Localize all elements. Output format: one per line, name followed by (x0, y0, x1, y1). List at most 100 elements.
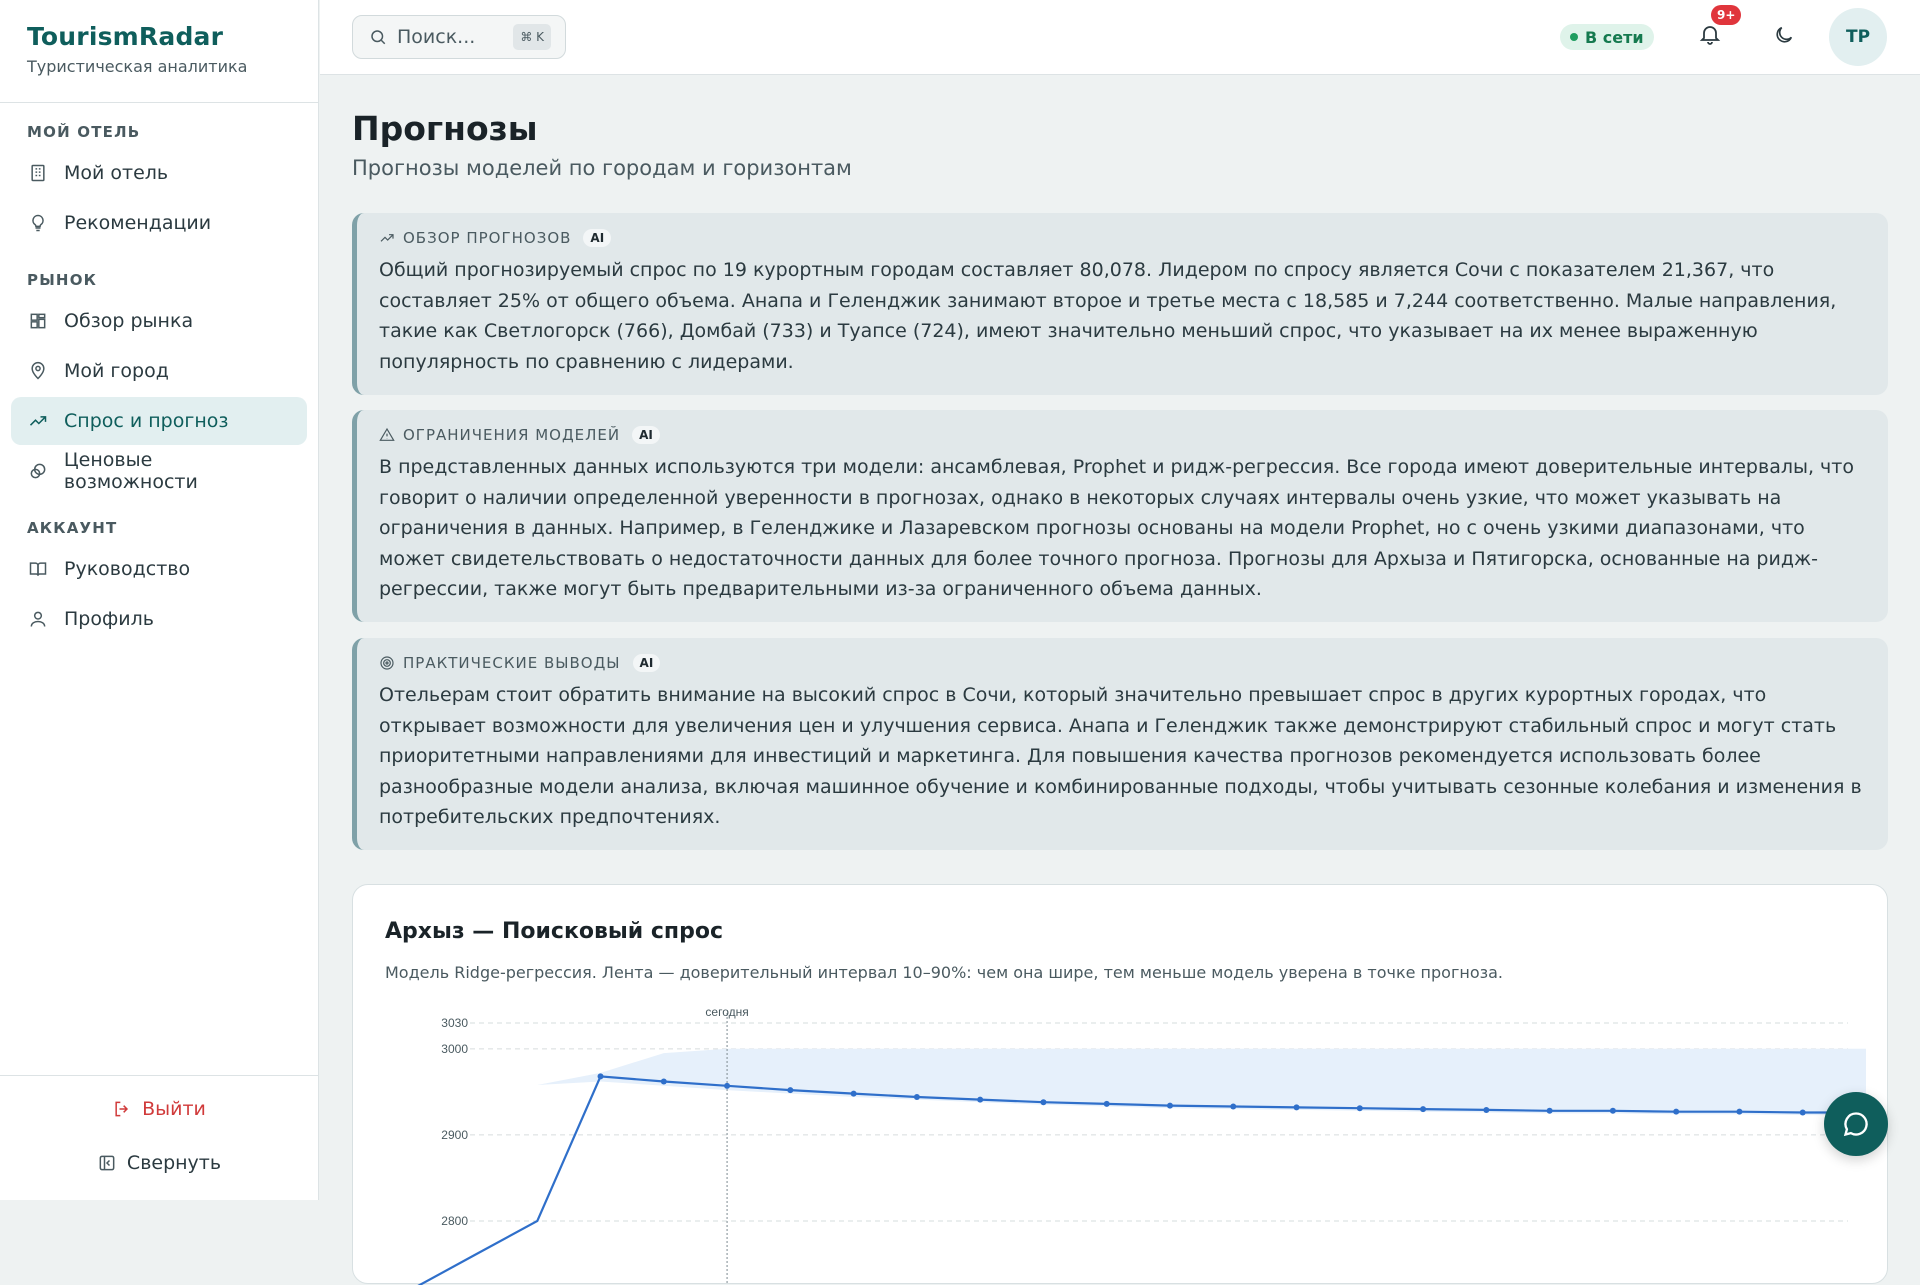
y-tick-label: 2900 (441, 1128, 468, 1142)
map-pin-icon (27, 360, 49, 382)
sidebar-item-price-opportunities[interactable]: Ценовые возможности (11, 447, 307, 495)
insight-heading: ОГРАНИЧЕНИЯ МОДЕЛЕЙ (403, 426, 621, 444)
sidebar-item-label: Мой город (64, 360, 169, 382)
online-dot-icon (1570, 33, 1578, 41)
lightbulb-icon (27, 212, 49, 234)
building-icon (27, 162, 49, 184)
trending-up-icon (27, 410, 49, 432)
coins-icon (27, 460, 49, 482)
section-label-account: АККАУНТ (27, 519, 118, 537)
data-point (1356, 1105, 1363, 1112)
ai-badge: AI (583, 229, 612, 247)
insight-card-overview: ОБЗОР ПРОГНОЗОВ AI Общий прогнозируемый … (352, 213, 1888, 395)
search-shortcut: ⌘ K (513, 24, 551, 50)
insight-body: Общий прогнозируемый спрос по 19 курортн… (379, 259, 1837, 373)
data-point (660, 1078, 667, 1085)
bell-icon (1699, 26, 1721, 45)
data-point (787, 1087, 794, 1094)
sidebar-item-my-city[interactable]: Мой город (11, 347, 307, 395)
data-point (1546, 1107, 1553, 1114)
sidebar-item-demand-forecast[interactable]: Спрос и прогноз (11, 397, 307, 445)
sidebar-item-profile[interactable]: Профиль (11, 595, 307, 643)
forecast-chart: 2800 2900 3000 3030 сегодня (410, 1005, 1869, 1285)
sidebar-footer: Выйти Свернуть (0, 1075, 318, 1200)
data-point (1103, 1100, 1110, 1107)
theme-toggle-button[interactable] (1773, 24, 1795, 50)
logout-label: Выйти (142, 1098, 206, 1120)
data-point (1420, 1106, 1427, 1113)
data-point (1166, 1102, 1173, 1109)
chat-bubble-icon (1843, 1112, 1868, 1137)
insight-body: Отельерам стоит обратить внимание на выс… (379, 684, 1862, 828)
brand: TourismRadar Туристическая аналитика (0, 0, 318, 103)
sidebar-item-recommendations[interactable]: Рекомендации (11, 199, 307, 247)
y-tick-label: 2800 (441, 1214, 468, 1228)
forecast-chart-card: Архыз — Поисковый спрос Модель Ridge-рег… (352, 884, 1888, 1285)
collapse-sidebar-button[interactable]: Свернуть (0, 1152, 318, 1174)
avatar[interactable]: ТР (1829, 8, 1887, 66)
insight-header: ОГРАНИЧЕНИЯ МОДЕЛЕЙ AI (379, 426, 1866, 444)
sidebar-item-label: Руководство (64, 558, 191, 580)
target-icon (380, 656, 394, 670)
collapse-label: Свернуть (126, 1152, 222, 1174)
sidebar-item-my-hotel[interactable]: Мой отель (11, 149, 307, 197)
sidebar-item-label: Ценовые возможности (63, 449, 198, 493)
section-label-hotel: МОЙ ОТЕЛЬ (27, 123, 141, 141)
moon-icon (1776, 26, 1793, 43)
insight-heading: ОБЗОР ПРОГНОЗОВ (403, 229, 572, 247)
top-header: Поиск... ⌘ K В сети 9+ ТР (320, 0, 1920, 75)
data-point (1736, 1108, 1743, 1115)
sidebar-item-label: Обзор рынка (64, 310, 194, 332)
search-placeholder: Поиск... (397, 26, 476, 48)
sidebar-item-guide[interactable]: Руководство (11, 545, 307, 593)
status-label: В сети (1585, 27, 1644, 47)
online-status-badge: В сети (1560, 24, 1654, 50)
data-point (1230, 1103, 1237, 1110)
warning-icon (379, 427, 395, 441)
user-icon (27, 608, 49, 630)
collapse-icon (99, 1155, 115, 1171)
data-point (850, 1090, 857, 1097)
ai-badge: AI (632, 654, 661, 672)
page-title: Прогнозы (352, 109, 538, 148)
y-tick-label: 3030 (441, 1016, 468, 1030)
sidebar-item-label: Спрос и прогноз (64, 410, 229, 432)
insight-header: ПРАКТИЧЕСКИЕ ВЫВОДЫ AI (379, 654, 1866, 672)
search-input[interactable]: Поиск... ⌘ K (352, 15, 566, 59)
sidebar: TourismRadar Туристическая аналитика МОЙ… (0, 0, 319, 1200)
ai-badge: AI (632, 426, 660, 444)
chat-button[interactable] (1824, 1092, 1888, 1156)
sidebar-item-market-overview[interactable]: Обзор рынка (11, 297, 307, 345)
data-point (1040, 1099, 1047, 1106)
data-point (977, 1096, 984, 1103)
insight-card-limitations: ОГРАНИЧЕНИЯ МОДЕЛЕЙ AI В представленных … (352, 410, 1888, 622)
dashboard-icon (27, 310, 49, 332)
sidebar-item-label: Рекомендации (64, 212, 212, 234)
today-label: сегодня (705, 1005, 748, 1019)
search-icon (371, 30, 386, 45)
notifications-button[interactable] (1698, 22, 1724, 50)
data-point (1483, 1106, 1490, 1113)
section-label-market: РЫНОК (27, 271, 98, 289)
sidebar-item-label: Профиль (64, 608, 154, 630)
brand-title[interactable]: TourismRadar (27, 22, 291, 51)
logout-icon (115, 1101, 129, 1117)
book-icon (27, 558, 49, 580)
data-point (724, 1082, 731, 1089)
y-tick-label: 3000 (441, 1042, 468, 1056)
insight-header: ОБЗОР ПРОГНОЗОВ AI (379, 229, 1866, 247)
page-subtitle: Прогнозы моделей по городам и горизонтам (352, 156, 852, 180)
data-point (1293, 1104, 1300, 1111)
data-point (597, 1073, 604, 1080)
brand-subtitle: Туристическая аналитика (27, 57, 248, 76)
trending-up-icon (380, 234, 394, 242)
insight-heading: ПРАКТИЧЕСКИЕ ВЫВОДЫ (403, 654, 621, 672)
notifications-badge: 9+ (1711, 5, 1742, 25)
data-point (1673, 1108, 1680, 1115)
data-point (1609, 1107, 1616, 1114)
insight-card-takeaways: ПРАКТИЧЕСКИЕ ВЫВОДЫ AI Отельерам стоит о… (352, 638, 1888, 850)
sidebar-item-label: Мой отель (64, 162, 169, 184)
data-point (1799, 1109, 1806, 1116)
logout-button[interactable]: Выйти (0, 1098, 318, 1120)
insight-body: В представленных данных используются три… (379, 456, 1854, 600)
